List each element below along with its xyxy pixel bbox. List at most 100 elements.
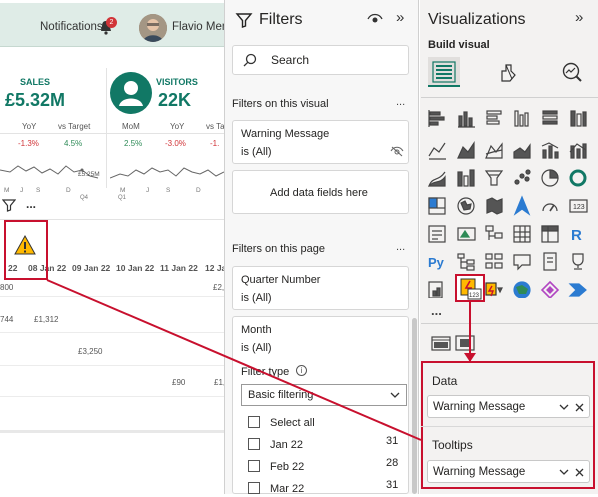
format-visual-icon[interactable] bbox=[498, 61, 520, 83]
close-icon[interactable] bbox=[575, 468, 584, 477]
date-col-5: 11 Jan 22 bbox=[160, 263, 198, 273]
filter-type-label: Filter type bbox=[241, 366, 290, 378]
filter-field-name: Quarter Number bbox=[241, 274, 321, 286]
more-visuals-icon[interactable]: ... bbox=[431, 303, 442, 318]
option-label: Feb 22 bbox=[270, 461, 305, 473]
cell-value: £1,312 bbox=[34, 315, 59, 324]
axis-tick-m1: M bbox=[4, 187, 10, 194]
list-item[interactable]: Select all bbox=[248, 413, 315, 431]
axis-tick-q4: Q4 bbox=[80, 195, 89, 201]
close-icon[interactable] bbox=[575, 403, 584, 412]
axis-tick-s1: S bbox=[36, 187, 41, 194]
build-visual-tab[interactable] bbox=[428, 57, 460, 87]
tooltips-field-pill[interactable]: Warning Message bbox=[427, 460, 590, 483]
sales-value: £5.32M bbox=[5, 90, 66, 110]
option-label: Select all bbox=[270, 417, 315, 429]
filters-on-visual-heading: Filters on this visual bbox=[232, 98, 329, 110]
visualizations-title: Visualizations bbox=[428, 11, 526, 28]
highlight-frame-warning-visual bbox=[4, 220, 48, 280]
stacked-bar-icon bbox=[428, 110, 445, 127]
search-icon bbox=[243, 53, 257, 67]
more-options-icon[interactable]: ... bbox=[396, 96, 405, 108]
checkbox[interactable] bbox=[248, 481, 260, 494]
visitors-label: VISITORS bbox=[156, 77, 198, 87]
sales-vs-target-label: vs Target bbox=[58, 122, 91, 131]
axis-tick-s2: S bbox=[166, 187, 171, 194]
visitors-sparkline bbox=[110, 167, 224, 179]
option-label: Jan 22 bbox=[270, 439, 304, 451]
notifications-label[interactable]: Notifications bbox=[40, 21, 103, 33]
chevron-down-icon[interactable] bbox=[559, 404, 569, 411]
sparkline-label: £5.25M bbox=[78, 171, 100, 178]
more-options-icon[interactable]: ... bbox=[396, 241, 405, 253]
filter-icon[interactable] bbox=[2, 198, 16, 212]
filters-title: Filters bbox=[259, 11, 303, 28]
data-well-label: Data bbox=[432, 374, 458, 388]
build-visual-icon bbox=[432, 61, 456, 83]
info-icon: i bbox=[296, 365, 307, 376]
visitors-yoy-value: -3.0% bbox=[165, 139, 186, 148]
build-visual-label: Build visual bbox=[428, 39, 490, 51]
user-name: Flavio Mene bbox=[172, 21, 224, 33]
filter-field-name: Warning Message bbox=[241, 128, 330, 140]
visual-type-gallery[interactable]: 123 R Py bbox=[428, 108, 590, 298]
data-field-name: Warning Message bbox=[433, 401, 526, 413]
field-parameters-icon[interactable] bbox=[431, 334, 451, 352]
option-count: 28 bbox=[386, 457, 399, 469]
filter-field-name: Month bbox=[241, 324, 272, 336]
svg-text:Py: Py bbox=[428, 255, 445, 270]
list-item[interactable]: Jan 22 bbox=[248, 435, 303, 453]
axis-tick-j1: J bbox=[20, 187, 24, 194]
axis-tick-q1: Q1 bbox=[118, 195, 127, 201]
filter-type-value: Basic filtering bbox=[248, 389, 314, 401]
search-input[interactable]: Search bbox=[232, 45, 409, 75]
filter-card-month[interactable]: Month is (All) Filter type i Basic filte… bbox=[232, 316, 409, 497]
list-item[interactable]: Feb 22 bbox=[248, 457, 304, 475]
checkbox[interactable] bbox=[248, 415, 260, 428]
axis-tick-m2: M bbox=[120, 187, 126, 194]
collapse-filters-icon[interactable]: » bbox=[396, 9, 404, 26]
data-field-pill[interactable]: Warning Message bbox=[427, 395, 590, 418]
filter-card-quarter-number[interactable]: Quarter Number is (All) bbox=[232, 266, 409, 310]
visitors-yoy-label: YoY bbox=[170, 122, 185, 131]
svg-text:123: 123 bbox=[469, 293, 480, 299]
cell-value: 744 bbox=[0, 315, 14, 324]
eye-icon[interactable] bbox=[367, 13, 383, 25]
visitors-vs-ta-label: vs Ta bbox=[206, 122, 224, 131]
add-fields-label: Add data fields here bbox=[270, 187, 368, 199]
svg-text:R: R bbox=[571, 227, 582, 244]
visitors-mom-value: 2.5% bbox=[124, 139, 143, 148]
axis-tick-d2: D bbox=[196, 187, 201, 194]
analytics-icon[interactable] bbox=[561, 61, 583, 83]
checkbox[interactable] bbox=[248, 437, 260, 450]
sales-vs-target-value: 4.5% bbox=[64, 139, 83, 148]
filter-state: is (All) bbox=[241, 292, 272, 304]
custom-visual-warning-button[interactable]: 123 bbox=[455, 274, 485, 302]
chevron-down-icon[interactable] bbox=[559, 469, 569, 476]
user-circle-icon bbox=[110, 72, 152, 114]
chevron-down-icon bbox=[390, 392, 400, 398]
warning-card-visual-icon: 123 bbox=[460, 278, 482, 300]
filter-funnel-icon bbox=[235, 13, 253, 28]
collapse-viz-icon[interactable]: » bbox=[575, 9, 583, 26]
option-count: 31 bbox=[386, 435, 399, 447]
sales-label: SALES bbox=[20, 77, 51, 87]
list-item[interactable]: Mar 22 bbox=[248, 479, 304, 497]
cell-value: £3,250 bbox=[78, 347, 103, 356]
avatar[interactable] bbox=[139, 14, 167, 42]
filter-card-warning-message[interactable]: Warning Message is (All) bbox=[232, 120, 409, 164]
checkbox[interactable] bbox=[248, 459, 260, 472]
tooltips-field-name: Warning Message bbox=[433, 466, 526, 478]
drillthrough-icon[interactable] bbox=[455, 334, 475, 352]
search-placeholder: Search bbox=[271, 53, 310, 67]
filter-state: is (All) bbox=[241, 146, 272, 158]
visitors-value: 22K bbox=[158, 90, 192, 110]
more-options-icon[interactable]: ... bbox=[26, 197, 36, 211]
notification-count-badge: 2 bbox=[106, 17, 117, 28]
visitors-vs-ta-value: -1. bbox=[210, 139, 220, 148]
date-col-6: 12 Jan 22 bbox=[205, 263, 224, 273]
filter-type-select[interactable]: Basic filtering bbox=[241, 384, 407, 406]
hide-eye-icon[interactable] bbox=[390, 146, 404, 157]
filters-scrollbar[interactable] bbox=[412, 318, 417, 494]
add-data-fields-well[interactable]: Add data fields here bbox=[232, 170, 409, 214]
